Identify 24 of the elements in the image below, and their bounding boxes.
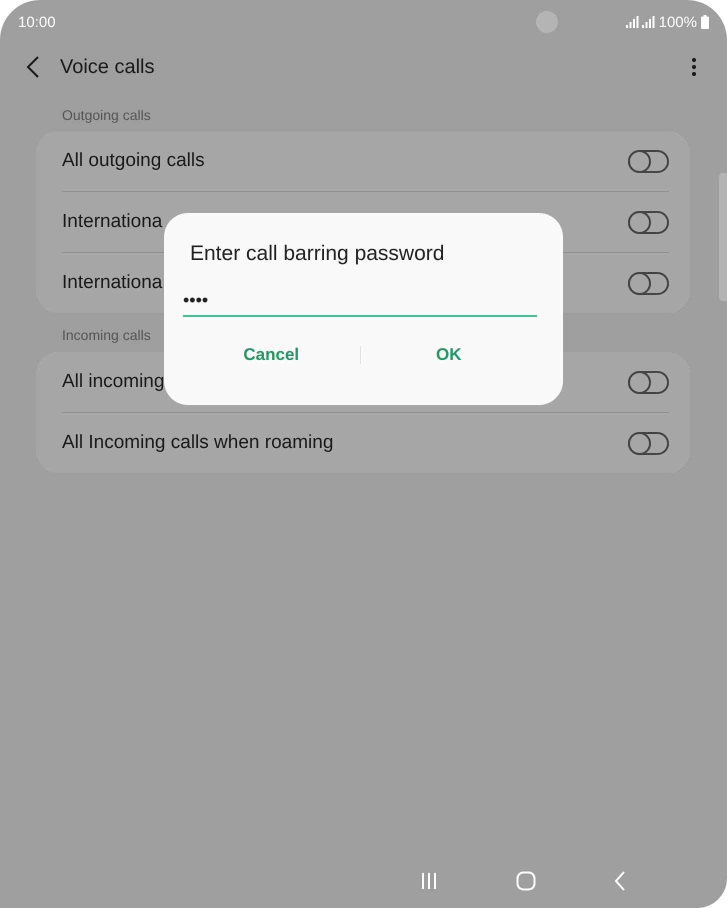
section-label: Outgoing calls	[61, 106, 152, 124]
section-label: Incoming calls	[61, 326, 152, 344]
toggle-switch[interactable]	[628, 150, 669, 172]
status-time: 10:00	[18, 14, 56, 30]
recent-apps-icon[interactable]	[420, 872, 438, 890]
toggle-switch[interactable]	[628, 432, 669, 454]
toggle-switch[interactable]	[628, 272, 669, 294]
setting-label[interactable]: All outgoing calls	[62, 150, 205, 172]
back-icon[interactable]	[26, 56, 40, 78]
page-title: Voice calls	[60, 56, 154, 78]
setting-label[interactable]: Internationa	[62, 272, 162, 294]
home-icon[interactable]	[516, 871, 536, 891]
setting-label[interactable]: All Incoming calls when roaming	[62, 432, 334, 454]
dialog-title: Enter call barring password	[189, 242, 446, 266]
setting-label[interactable]: All incoming	[62, 371, 164, 393]
password-field[interactable]: ••••	[183, 286, 537, 317]
setting-label[interactable]: Internationa	[62, 211, 162, 233]
toggle-switch[interactable]	[628, 210, 669, 234]
back-nav-icon[interactable]	[614, 871, 626, 891]
signal-icon	[624, 16, 655, 28]
battery-icon	[701, 15, 709, 29]
more-options-icon[interactable]	[691, 57, 697, 77]
battery-percent: 100%	[658, 14, 697, 30]
toggle-switch[interactable]	[628, 370, 669, 394]
